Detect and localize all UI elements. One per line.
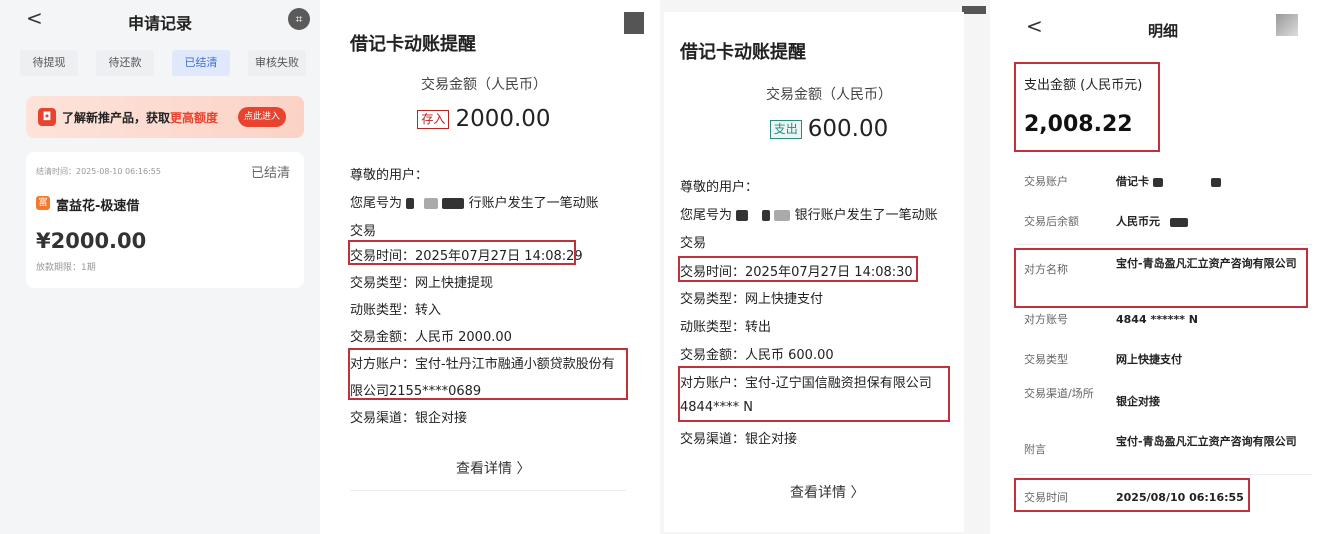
masked-bank (762, 210, 771, 221)
row-label: 交易渠道/场所 (1024, 387, 1094, 400)
page-title: 申请记录 (127, 14, 192, 33)
product-name: 富益花-极速借 (56, 199, 140, 214)
corner-mark (962, 6, 986, 14)
highlight-box (1014, 248, 1308, 308)
highlight-box (348, 240, 576, 265)
thumbnail-image (1276, 14, 1298, 36)
account-movement-type: 动账类型：转入 (350, 303, 442, 318)
transaction-channel: 交易渠道：银企对接 (680, 432, 798, 447)
notice-suffix: 行账户发生了一笔动账 (468, 196, 599, 211)
tab-review-failed[interactable]: 审核失败 (248, 50, 306, 76)
row-value: 银企对接 (1116, 395, 1160, 408)
highlight-box (1014, 478, 1250, 512)
amount-caption: 交易金额（人民币） (766, 87, 892, 103)
notice-prefix: 您尾号为 (680, 208, 733, 223)
status-badge: 已结清 (250, 166, 290, 181)
amount-caption: 交易金额（人民币） (421, 77, 547, 93)
transaction-type: 交易类型：网上快捷支付 (680, 292, 824, 307)
masked-bank (442, 198, 465, 209)
notice-end: 交易 (350, 224, 377, 239)
masked-digits (1152, 177, 1163, 187)
divider (350, 490, 626, 491)
notice-suffix: 银行账户发生了一笔动账 (794, 208, 938, 223)
loan-amount: ¥2000.00 (36, 229, 147, 253)
product-icon: 富 (36, 196, 50, 210)
sms-card: 借记卡动账提醒 交易金额（人民币） 支出 600.00 尊敬的用户： 您尾号为 银… (664, 12, 964, 532)
row-value: 人民币元 (1116, 214, 1302, 230)
notice-line: 您尾号为 行账户发生了一笔动账 (350, 192, 599, 211)
row-label: 交易后余额 (1024, 215, 1079, 228)
notice-line: 您尾号为 银行账户发生了一笔动账 (680, 204, 938, 223)
promo-text-main: 了解新推产品，获取 (62, 111, 171, 125)
loan-record-card[interactable]: 结清时间：2025-08-10 06:16:55 已结清 富 富益花-极速借 ¥… (26, 152, 304, 288)
account-value: 借记卡 (1116, 175, 1149, 188)
sms-title: 借记卡动账提醒 (680, 42, 806, 63)
loan-period: 放款期限：1期 (36, 263, 96, 273)
masked-digits (736, 210, 749, 221)
masked-bank (424, 198, 439, 209)
gift-icon: ◘ (38, 108, 56, 126)
row-label: 交易类型 (1024, 353, 1068, 366)
masked-digits (406, 198, 415, 209)
highlight-box (1014, 62, 1160, 152)
tab-pending-withdraw[interactable]: 待提现 (20, 50, 78, 76)
promo-text-highlight: 更高额度 (170, 111, 219, 125)
back-button[interactable]: < (1026, 14, 1043, 38)
promo-banner[interactable]: ◘ 了解新推产品，获取更高额度 点此进入 (26, 96, 304, 138)
divider (1016, 474, 1312, 475)
promo-text: 了解新推产品，获取更高额度 (62, 109, 218, 126)
transaction-detail-screen: < 明细 支出金额 (人民币元) 2,008.22 交易账户 借记卡 交易后余额… (1000, 0, 1328, 534)
row-value: 4844 ****** N (1116, 313, 1198, 326)
amount-row: 支出 600.00 (664, 116, 990, 142)
loan-records-screen: < 申请记录 ⌗ 待提现 待还款 已结清 审核失败 ◘ 了解新推产品，获取更高额… (0, 0, 320, 534)
top-bar: < 申请记录 ⌗ (0, 0, 320, 40)
notice-prefix: 您尾号为 (350, 196, 403, 211)
expense-sms-screen: 借记卡动账提醒 交易金额（人民币） 支出 600.00 尊敬的用户： 您尾号为 银… (660, 0, 990, 534)
row-value: 宝付-青岛盈凡汇立资产咨询有限公司 (1116, 435, 1297, 448)
corner-mark (624, 12, 644, 34)
page-title: 明细 (1148, 22, 1179, 40)
tab-settled[interactable]: 已结清 (172, 50, 230, 76)
transaction-type: 交易类型：网上快捷提现 (350, 276, 494, 291)
row-value: 借记卡 (1116, 174, 1302, 190)
masked-bank (774, 210, 791, 221)
masked-digits (1210, 177, 1221, 187)
greeting: 尊敬的用户： (350, 168, 429, 183)
highlight-box (678, 256, 918, 282)
transaction-amount: 600.00 (807, 116, 889, 142)
transaction-channel: 交易渠道：银企对接 (350, 411, 468, 426)
view-details-link[interactable]: 查看详情 〉 (790, 482, 864, 502)
transaction-amount-line: 交易金额：人民币 600.00 (680, 348, 834, 363)
sms-title: 借记卡动账提醒 (350, 34, 476, 55)
amount-row: 存入 2000.00 (322, 106, 646, 132)
expense-tag: 支出 (769, 119, 802, 139)
transaction-amount-line: 交易金额：人民币 2000.00 (350, 330, 512, 345)
account-movement-type: 动账类型：转出 (680, 320, 772, 335)
greeting: 尊敬的用户： (680, 180, 759, 195)
row-label: 对方账号 (1024, 313, 1068, 326)
promo-enter-button[interactable]: 点此进入 (238, 107, 286, 127)
highlight-box (348, 348, 628, 400)
notice-end: 交易 (680, 236, 707, 251)
masked-balance (1169, 217, 1188, 227)
status-tabs: 待提现 待还款 已结清 审核失败 (20, 50, 310, 76)
transaction-amount: 2000.00 (455, 106, 551, 132)
tab-pending-repay[interactable]: 待还款 (96, 50, 154, 76)
highlight-box (678, 366, 950, 422)
scan-icon[interactable]: ⌗ (288, 8, 310, 30)
deposit-tag: 存入 (417, 109, 450, 129)
view-details-link[interactable]: 查看详情 〉 (456, 458, 530, 478)
row-label: 交易账户 (1024, 175, 1068, 188)
deposit-sms-screen: 借记卡动账提醒 交易金额（人民币） 存入 2000.00 尊敬的用户： 您尾号为 … (322, 0, 646, 534)
divider (1016, 244, 1312, 245)
row-label: 附言 (1024, 443, 1046, 456)
row-value: 网上快捷支付 (1116, 353, 1182, 366)
balance-value: 人民币元 (1116, 215, 1160, 228)
settle-time: 结清时间：2025-08-10 06:16:55 (36, 167, 161, 176)
